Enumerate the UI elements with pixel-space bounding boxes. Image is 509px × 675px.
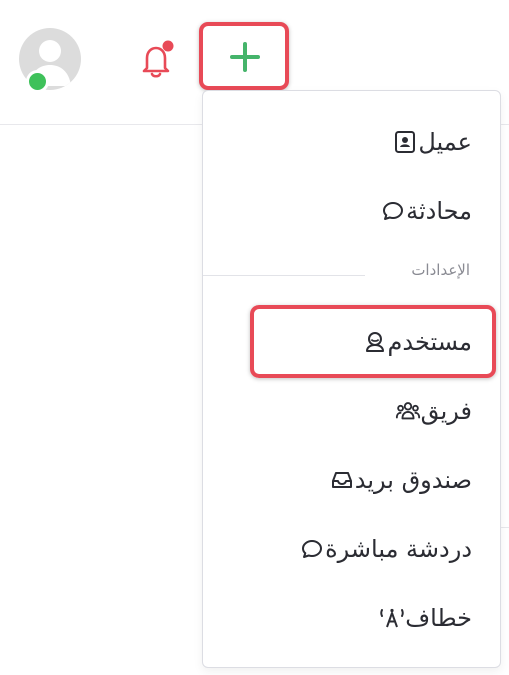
menu-item-label: فريق	[420, 397, 472, 425]
menu-item-webhook[interactable]: خطاف	[367, 598, 472, 638]
add-new-button[interactable]	[199, 22, 289, 90]
menu-item-live-chat[interactable]: دردشة مباشرة	[287, 529, 472, 569]
chat-bubble-icon	[299, 536, 325, 562]
menu-item-label: عميل	[418, 128, 472, 156]
menu-item-conversation[interactable]: محادثة	[368, 191, 472, 231]
online-status-dot	[26, 70, 49, 93]
menu-item-user[interactable]: مستخدم	[350, 322, 472, 362]
menu-item-label: دردشة مباشرة	[325, 535, 472, 563]
team-icon	[395, 398, 421, 424]
add-new-dropdown: عميل محادثة الإعدادات مستخدم فريق صندوق …	[202, 90, 501, 668]
settings-section-title: الإعدادات	[411, 261, 470, 279]
menu-item-label: محادثة	[406, 197, 472, 225]
plus-icon	[230, 42, 260, 72]
webhook-icon	[379, 605, 405, 631]
page: عميل محادثة الإعدادات مستخدم فريق صندوق …	[0, 0, 509, 675]
menu-item-label: خطاف	[405, 604, 472, 632]
menu-item-label: صندوق بريد	[354, 466, 472, 494]
background-divider	[501, 527, 509, 528]
user-icon	[362, 329, 388, 355]
section-divider	[203, 275, 365, 276]
notifications-button[interactable]	[135, 38, 179, 82]
chat-bubble-icon	[380, 198, 406, 224]
menu-item-inbox[interactable]: صندوق بريد	[317, 460, 472, 500]
bell-icon	[142, 40, 174, 78]
menu-item-team[interactable]: فريق	[383, 391, 472, 431]
menu-item-contact[interactable]: عميل	[380, 122, 472, 162]
inbox-icon	[329, 467, 355, 493]
menu-item-label: مستخدم	[387, 328, 472, 356]
contact-card-icon	[392, 129, 418, 155]
